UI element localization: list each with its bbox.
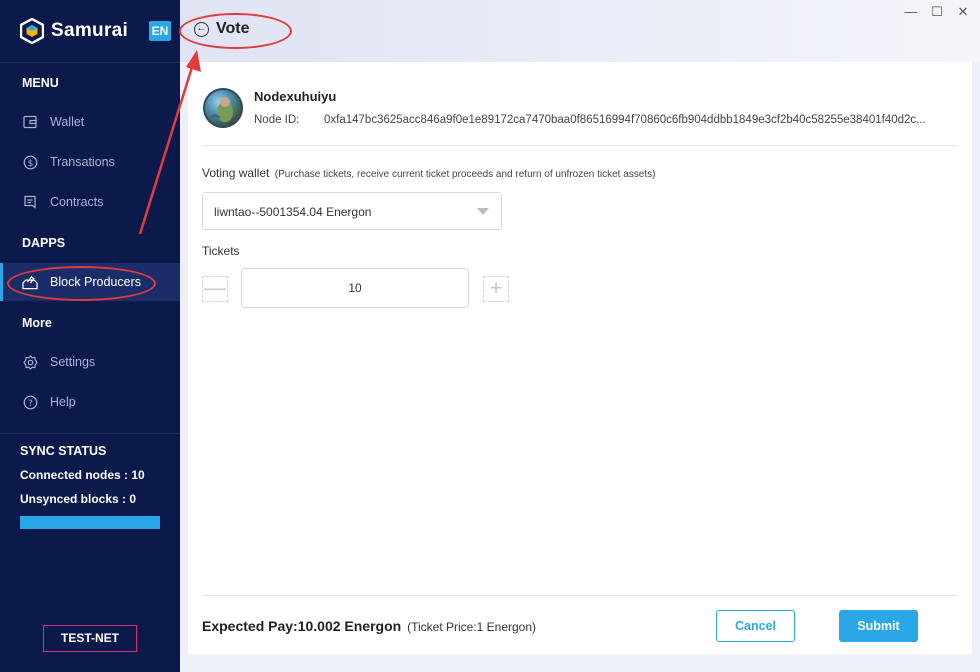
sidebar-item-contracts[interactable]: Contracts (0, 183, 180, 221)
sidebar: Samurai EN MENU Wallet $ Transations Con… (0, 0, 180, 672)
sidebar-item-settings[interactable]: Settings (0, 343, 180, 381)
samurai-logo-icon (20, 18, 44, 44)
svg-text:?: ? (28, 399, 33, 409)
voting-wallet-label-text: Voting wallet (202, 166, 270, 180)
cancel-button[interactable]: Cancel (716, 610, 795, 642)
divider (202, 595, 958, 596)
unsynced-blocks: Unsynced blocks : 0 (20, 492, 137, 506)
dollar-circle-icon: $ (22, 154, 38, 170)
close-button[interactable]: ✕ (955, 4, 971, 20)
dapps-section-title: DAPPS (22, 236, 66, 250)
vote-box-icon (22, 274, 38, 290)
svg-text:$: $ (27, 159, 33, 169)
wallet-icon (22, 114, 38, 130)
divider (0, 433, 180, 434)
sidebar-item-label: Transations (50, 155, 115, 169)
expected-pay-amount: Expected Pay:10.002 Energon (202, 618, 402, 634)
voting-wallet-hint: (Purchase tickets, receive current ticke… (274, 169, 656, 180)
sync-status-title: SYNC STATUS (20, 444, 107, 458)
help-icon: ? (22, 394, 38, 410)
submit-button[interactable]: Submit (839, 610, 918, 642)
vote-card (188, 62, 972, 654)
divider (202, 145, 958, 146)
menu-section-title: MENU (22, 76, 59, 90)
sync-progress-bar (20, 516, 160, 529)
increase-tickets-button[interactable]: + (483, 276, 509, 302)
network-badge[interactable]: TEST-NET (43, 625, 137, 652)
sidebar-item-block-producers[interactable]: Block Producers (0, 263, 180, 301)
app-name: Samurai (51, 20, 129, 41)
app-logo: Samurai (20, 18, 128, 44)
tickets-label: Tickets (202, 244, 240, 258)
page-header (180, 0, 980, 62)
sidebar-item-label: Wallet (50, 115, 85, 129)
connected-nodes: Connected nodes : 10 (20, 468, 145, 482)
sidebar-item-label: Settings (50, 355, 96, 369)
voting-wallet-label: Voting wallet (Purchase tickets, receive… (202, 166, 655, 180)
language-badge[interactable]: EN (149, 21, 171, 41)
minimize-button[interactable]: — (903, 4, 919, 19)
sidebar-item-label: Block Producers (50, 275, 142, 289)
sidebar-item-wallet[interactable]: Wallet (0, 103, 180, 141)
page-title: Vote (216, 20, 250, 37)
node-id-label: Node ID: (254, 114, 300, 126)
decrease-tickets-button[interactable]: — (202, 276, 228, 302)
caret-down-icon (477, 208, 489, 215)
arrow-left-circle-icon: ← (194, 21, 209, 37)
more-section-title: More (22, 316, 52, 330)
gear-icon (22, 354, 38, 370)
node-id-value: 0xfa147bc3625acc846a9f0e1e89172ca7470baa… (324, 114, 926, 126)
ticket-price-note: (Ticket Price:1 Energon) (407, 620, 537, 634)
node-avatar (203, 88, 243, 128)
sidebar-item-help[interactable]: ? Help (0, 383, 180, 421)
divider (0, 62, 180, 63)
back-button[interactable]: ← Vote (194, 20, 249, 38)
voting-wallet-select[interactable]: liwntao--5001354.04 Energon (202, 192, 502, 230)
maximize-button[interactable]: ☐ (929, 4, 945, 20)
sidebar-item-label: Help (50, 395, 76, 409)
contract-icon (22, 194, 38, 210)
sidebar-item-label: Contracts (50, 195, 104, 209)
sidebar-item-transations[interactable]: $ Transations (0, 143, 180, 181)
node-name: Nodexuhuiyu (254, 89, 337, 104)
tickets-input[interactable]: 10 (241, 268, 469, 308)
expected-pay: Expected Pay:10.002 Energon (Ticket Pric… (202, 618, 536, 634)
voting-wallet-value: liwntao--5001354.04 Energon (214, 205, 372, 219)
